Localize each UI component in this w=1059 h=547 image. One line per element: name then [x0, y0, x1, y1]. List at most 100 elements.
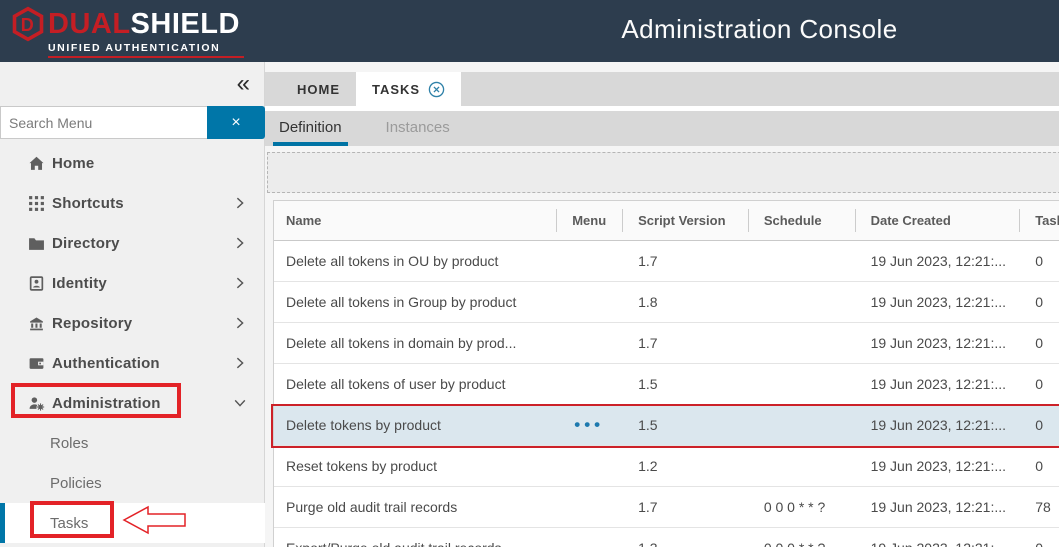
chevron-right-icon — [233, 196, 247, 210]
identity-icon — [28, 275, 45, 292]
sidebar-item-repository[interactable]: Repository — [0, 303, 265, 343]
table-row[interactable]: Delete all tokens in Group by product 1.8… — [274, 282, 1059, 323]
column-header-task[interactable]: Task — [1019, 201, 1059, 240]
table-body: Delete all tokens in OU by product 1.7 19 … — [274, 241, 1059, 547]
cell-task: 0 — [1019, 458, 1059, 474]
sidebar-item-label: Authentication — [52, 355, 160, 372]
chevron-right-icon — [233, 316, 247, 330]
cell-schedule: 0 0 0 * * ? — [748, 499, 855, 515]
sidebar-item-home[interactable]: Home — [0, 143, 265, 183]
main-content: HOMETASKS DefinitionInstances NameMenuSc… — [265, 62, 1059, 547]
chevron-down-icon — [233, 396, 247, 410]
column-header-script-version[interactable]: Script Version — [622, 201, 748, 240]
sidebar-subitem-policies[interactable]: Policies — [0, 463, 265, 503]
cell-script-version: 1.5 — [622, 417, 748, 433]
cell-name: Export/Purge old audit trail records — [274, 540, 556, 547]
subtab-bar: Definition Instances — [265, 111, 1059, 146]
cell-task: 0 — [1019, 376, 1059, 392]
sidebar-item-authentication[interactable]: Authentication — [0, 343, 265, 383]
cell-name: Delete tokens by product — [274, 417, 556, 433]
table-row[interactable]: Reset tokens by product 1.2 19 Jun 2023, 1… — [274, 446, 1059, 487]
chevron-right-icon — [233, 356, 247, 370]
cell-name: Reset tokens by product — [274, 458, 556, 474]
cell-task: 0 — [1019, 540, 1059, 547]
sidebar-menu: Home Shortcuts Directory Identity Repository… — [0, 143, 265, 543]
cell-name: Delete all tokens in OU by product — [274, 253, 556, 269]
sidebar-item-label: Administration — [52, 395, 161, 412]
column-header-schedule[interactable]: Schedule — [748, 201, 855, 240]
cell-date-created: 19 Jun 2023, 12:21:... — [855, 499, 1020, 515]
cell-schedule: 0 0 0 * * ? — [748, 540, 855, 547]
cell-task: 0 — [1019, 294, 1059, 310]
cell-task: 0 — [1019, 253, 1059, 269]
sidebar-item-label: Identity — [52, 275, 107, 292]
cell-name: Delete all tokens of user by product — [274, 376, 556, 392]
subtab-instances[interactable]: Instances — [380, 111, 456, 146]
table-row[interactable]: Delete tokens by product•••1.5 19 Jun 202… — [274, 405, 1059, 446]
sidebar-item-shortcuts[interactable]: Shortcuts — [0, 183, 265, 223]
tasks-table: NameMenuScript VersionScheduleDate Creat… — [273, 200, 1059, 547]
chevron-right-icon — [233, 236, 247, 250]
shortcuts-icon — [28, 195, 45, 212]
table-row[interactable]: Purge old audit trail records 1.70 0 0 * … — [274, 487, 1059, 528]
tab-label: HOME — [297, 82, 340, 97]
sidebar-item-label: Shortcuts — [52, 195, 124, 212]
row-actions-ellipsis-icon[interactable]: ••• — [556, 415, 622, 435]
cell-script-version: 1.7 — [622, 335, 748, 351]
directory-icon — [28, 235, 45, 252]
tab-label: TASKS — [372, 82, 420, 97]
cell-script-version: 1.2 — [622, 458, 748, 474]
tab-close-icon[interactable] — [428, 81, 445, 98]
sidebar-subitem-roles[interactable]: Roles — [0, 423, 265, 463]
chevron-right-icon — [233, 276, 247, 290]
search-input[interactable] — [0, 106, 207, 139]
cell-script-version: 1.8 — [622, 294, 748, 310]
home-icon — [28, 155, 45, 172]
cell-date-created: 19 Jun 2023, 12:21:... — [855, 294, 1020, 310]
cell-task: 0 — [1019, 417, 1059, 433]
cell-name: Purge old audit trail records — [274, 499, 556, 515]
table-row[interactable]: Delete all tokens in domain by prod... 1.… — [274, 323, 1059, 364]
cell-task: 0 — [1019, 335, 1059, 351]
administration-icon — [28, 395, 45, 412]
table-header-row: NameMenuScript VersionScheduleDate Creat… — [274, 201, 1059, 241]
tab-bar: HOME TASKS — [265, 72, 1059, 106]
app-header: D DUALSHIELD UNIFIED AUTHENTICATION Admi… — [0, 0, 1059, 62]
cell-date-created: 19 Jun 2023, 12:21:... — [855, 376, 1020, 392]
column-header-name[interactable]: Name — [274, 201, 556, 240]
sidebar-item-label: Repository — [52, 315, 132, 332]
column-header-date-created[interactable]: Date Created — [855, 201, 1020, 240]
sidebar-item-label: Directory — [52, 235, 120, 252]
close-icon: × — [231, 114, 240, 131]
cell-name: Delete all tokens in domain by prod... — [274, 335, 556, 351]
sidebar-item-administration[interactable]: Administration — [0, 383, 265, 423]
cell-date-created: 19 Jun 2023, 12:21:... — [855, 335, 1020, 351]
page-title: Administration Console — [0, 14, 1059, 45]
tab-home[interactable]: HOME — [281, 72, 356, 106]
column-header-menu[interactable]: Menu — [556, 201, 622, 240]
cell-date-created: 19 Jun 2023, 12:21:... — [855, 253, 1020, 269]
sidebar-subitem-tasks[interactable]: Tasks — [0, 503, 265, 543]
cell-script-version: 1.7 — [622, 253, 748, 269]
cell-name: Delete all tokens in Group by product — [274, 294, 556, 310]
table-row[interactable]: Delete all tokens in OU by product 1.7 19 … — [274, 241, 1059, 282]
table-row[interactable]: Export/Purge old audit trail records1.30… — [274, 528, 1059, 547]
subtab-definition[interactable]: Definition — [273, 111, 348, 146]
tab-tasks[interactable]: TASKS — [356, 72, 461, 106]
search-clear-button[interactable]: × — [207, 106, 265, 139]
cell-date-created: 19 Jun 2023, 12:21:... — [855, 540, 1020, 547]
cell-script-version: 1.5 — [622, 376, 748, 392]
cell-script-version: 1.7 — [622, 499, 748, 515]
sidebar: « × Home Shortcuts Directory Identity Reposi… — [0, 62, 265, 547]
table-row[interactable]: Delete all tokens of user by product 1.5 1… — [274, 364, 1059, 405]
sidebar-item-label: Home — [52, 155, 94, 172]
toolbar-dropzone — [267, 152, 1059, 193]
cell-date-created: 19 Jun 2023, 12:21:... — [855, 458, 1020, 474]
cell-date-created: 19 Jun 2023, 12:21:... — [855, 417, 1020, 433]
cell-script-version: 1.3 — [622, 540, 748, 547]
repository-icon — [28, 315, 45, 332]
sidebar-item-identity[interactable]: Identity — [0, 263, 265, 303]
sidebar-collapse-icon[interactable]: « — [237, 72, 250, 96]
authentication-icon — [28, 355, 45, 372]
sidebar-item-directory[interactable]: Directory — [0, 223, 265, 263]
